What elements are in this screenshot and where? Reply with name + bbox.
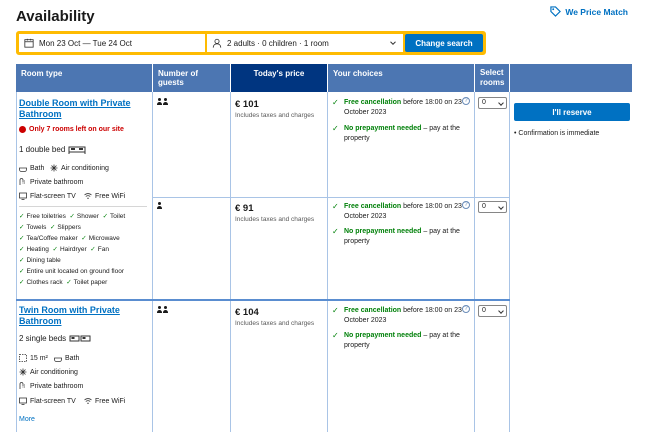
grid-line: [474, 92, 475, 432]
guest-icons-2: [157, 306, 168, 313]
snowflake-icon: [50, 164, 58, 172]
header-price: Today's price: [231, 64, 327, 92]
bed-text: 1 double bed: [19, 145, 66, 154]
room-name-twin[interactable]: Twin Room with Private Bathroom: [19, 305, 147, 327]
grid-line: [152, 92, 153, 432]
double-bed-icon: [68, 146, 86, 154]
check-icon: ✓: [332, 331, 339, 340]
check-icon: ✓: [332, 98, 339, 107]
facility-size: 15 m²: [19, 354, 48, 362]
snowflake-icon: [19, 368, 27, 376]
room-name-double[interactable]: Double Room with Private Bathroom: [19, 98, 147, 120]
header-choices: Your choices: [328, 64, 474, 92]
wifi-icon: [84, 193, 92, 199]
room-divider: [16, 299, 510, 301]
facility-bath: Bath: [54, 354, 79, 362]
grid-line: [16, 92, 17, 432]
info-icon[interactable]: ?: [462, 201, 470, 209]
single-beds-icon: [69, 335, 91, 342]
confirmation-note: • Confirmation is immediate: [514, 130, 600, 137]
bath-icon: [19, 167, 27, 172]
facility-wifi: Free WiFi: [84, 397, 125, 405]
price-note: Includes taxes and charges: [235, 112, 315, 119]
header-guests: Number of guests: [153, 64, 230, 92]
dates-value: Mon 23 Oct — Tue 24 Oct: [39, 38, 132, 48]
prepayment-policy: ✓ No prepayment needed – pay at the prop…: [332, 227, 460, 245]
check-icon: ✓: [332, 306, 339, 315]
room-size-icon: [19, 354, 27, 362]
header-select: Select rooms: [475, 64, 509, 92]
facility-tv: Flat-screen TV: [19, 192, 76, 200]
grid-line: [230, 92, 231, 432]
search-bar: Mon 23 Oct — Tue 24 Oct 2 adults · 0 chi…: [16, 31, 486, 55]
scarcity-warning: Only 7 rooms left on our site: [19, 126, 124, 133]
amenities-list: ✓ Free toiletries ✓ Shower ✓ Toilet ✓ Towels…: [19, 213, 126, 286]
facility-private-bathroom: Private bathroom: [19, 382, 83, 390]
calendar-icon: [24, 38, 34, 48]
divider: [19, 206, 147, 207]
shower-icon: [19, 178, 25, 185]
facility-tv: Flat-screen TV: [19, 397, 76, 405]
facility-air-conditioning: Air conditioning: [19, 368, 78, 376]
guests-value: 2 adults · 0 children · 1 room: [227, 38, 329, 48]
room-quantity-select[interactable]: 0: [478, 201, 507, 213]
bed-text: 2 single beds: [19, 334, 67, 343]
reserve-button[interactable]: I'll reserve: [514, 103, 630, 121]
person-icon: [163, 98, 168, 105]
price-note: Includes taxes and charges: [235, 320, 315, 327]
guest-icons-2: [157, 98, 168, 105]
person-icon: [157, 202, 162, 209]
wifi-icon: [84, 398, 92, 404]
cancellation-policy: ✓ Free cancellation before 18:00 on 23 O…: [332, 98, 462, 116]
bed-info: 2 single beds: [19, 334, 91, 343]
info-icon[interactable]: ?: [462, 305, 470, 313]
availability-table: Room type Number of guests Today's price…: [16, 64, 632, 432]
date-picker[interactable]: Mon 23 Oct — Tue 24 Oct: [19, 34, 205, 52]
grid-line: [509, 92, 510, 432]
facility-air-conditioning: Air conditioning: [50, 164, 109, 172]
check-icon: ✓: [332, 227, 339, 236]
tv-icon: [19, 192, 27, 200]
shower-icon: [19, 382, 25, 389]
option-divider: [153, 197, 510, 198]
facility-private-bathroom: Private bathroom: [19, 178, 83, 186]
price-note: Includes taxes and charges: [235, 216, 315, 223]
warning-text: Only 7 rooms left on our site: [29, 126, 124, 133]
grid-line: [327, 92, 328, 432]
prepayment-policy: ✓ No prepayment needed – pay at the prop…: [332, 124, 460, 142]
price: € 101: [235, 99, 259, 110]
change-search-button[interactable]: Change search: [405, 34, 483, 52]
facility-wifi: Free WiFi: [84, 192, 125, 200]
guest-icons-1: [157, 202, 162, 209]
price: € 104: [235, 307, 259, 318]
price-match-label: We Price Match: [565, 6, 628, 17]
chevron-down-icon: [390, 41, 396, 45]
cancellation-policy: ✓ Free cancellation before 18:00 on 23 O…: [332, 306, 462, 324]
guests-selector[interactable]: 2 adults · 0 children · 1 room: [207, 34, 403, 52]
more-link[interactable]: More: [19, 416, 35, 423]
price-match-link[interactable]: We Price Match: [550, 6, 628, 17]
bed-info: 1 double bed: [19, 145, 86, 154]
tv-icon: [19, 397, 27, 405]
page-title: Availability: [16, 8, 95, 25]
check-icon: ✓: [332, 202, 339, 211]
price: € 91: [235, 203, 254, 214]
facility-bath: Bath: [19, 164, 44, 172]
check-icon: ✓: [332, 124, 339, 133]
person-icon: [212, 38, 222, 48]
bath-icon: [54, 357, 62, 362]
person-icon: [163, 306, 168, 313]
tag-icon: [550, 6, 562, 17]
person-icon: [157, 306, 162, 313]
room-quantity-select[interactable]: 0: [478, 97, 507, 109]
room-quantity-select[interactable]: 0: [478, 305, 507, 317]
alert-icon: [19, 126, 26, 133]
person-icon: [157, 98, 162, 105]
header-room-type: Room type: [16, 64, 152, 92]
header-reserve: [510, 64, 632, 92]
cancellation-policy: ✓ Free cancellation before 18:00 on 23 O…: [332, 202, 462, 220]
info-icon[interactable]: ?: [462, 97, 470, 105]
prepayment-policy: ✓ No prepayment needed – pay at the prop…: [332, 331, 460, 349]
